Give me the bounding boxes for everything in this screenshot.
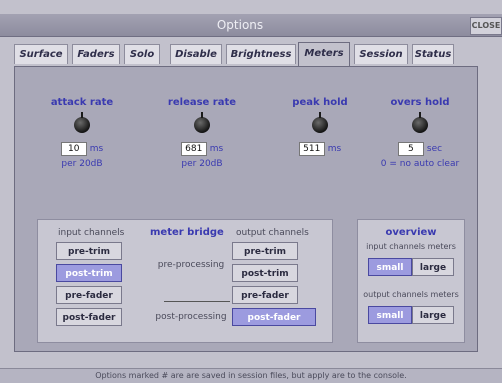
- output-channels-header: output channels: [236, 228, 309, 238]
- overs-hold-input[interactable]: 5: [397, 142, 424, 156]
- overs-hold-knob[interactable]: [412, 112, 428, 133]
- peak-hold-control: peak hold 511 ms: [265, 97, 375, 156]
- input-channels-header: input channels: [58, 228, 125, 238]
- overview-title: overview: [385, 227, 437, 238]
- output-post-fader-button[interactable]: post-fader: [232, 308, 316, 326]
- tab-brightness[interactable]: Brightness: [226, 44, 296, 64]
- input-pre-fader-button[interactable]: pre-fader: [56, 286, 122, 304]
- output-meters-label: output channels meters: [363, 290, 459, 299]
- overs-hold-label: overs hold: [390, 97, 450, 108]
- attack-rate-control: attack rate 10 ms per 20dB: [27, 97, 137, 169]
- meter-bridge-group: input channels meter bridge output chann…: [37, 219, 333, 343]
- overs-hold-control: overs hold 5 sec 0 = no auto clear: [365, 97, 475, 169]
- tab-solo[interactable]: Solo: [124, 44, 160, 64]
- overs-hold-sub: 0 = no auto clear: [380, 159, 460, 169]
- release-rate-label: release rate: [167, 97, 237, 108]
- output-small-button[interactable]: small: [368, 306, 412, 324]
- tab-surface[interactable]: Surface: [14, 44, 68, 64]
- tab-session[interactable]: Session: [354, 44, 408, 64]
- peak-hold-input[interactable]: 511: [298, 142, 325, 156]
- meter-bridge-title: meter bridge: [150, 227, 224, 238]
- overs-hold-unit: sec: [426, 144, 443, 154]
- footer-text: Options marked # are are saved in sessio…: [95, 371, 407, 380]
- attack-rate-unit: ms: [89, 144, 104, 154]
- attack-rate-sub: per 20dB: [61, 159, 103, 169]
- options-window: Options CLOSE Surface Faders Solo Disabl…: [0, 0, 502, 383]
- title-bar[interactable]: Options CLOSE: [0, 14, 502, 37]
- post-processing-label: post-processing: [155, 312, 227, 322]
- input-pre-trim-button[interactable]: pre-trim: [56, 242, 122, 260]
- output-pre-fader-button[interactable]: pre-fader: [232, 286, 298, 304]
- tab-status[interactable]: Status: [412, 44, 454, 64]
- close-button[interactable]: CLOSE: [470, 17, 502, 35]
- release-rate-control: release rate 681 ms per 20dB: [147, 97, 257, 169]
- peak-hold-label: peak hold: [292, 97, 348, 108]
- output-large-button[interactable]: large: [412, 306, 454, 324]
- input-small-button[interactable]: small: [368, 258, 412, 276]
- peak-hold-knob[interactable]: [312, 112, 328, 133]
- tab-meters[interactable]: Meters: [298, 42, 350, 66]
- tab-disable[interactable]: Disable: [170, 44, 222, 64]
- release-rate-input[interactable]: 681: [180, 142, 207, 156]
- release-rate-knob[interactable]: [194, 112, 210, 133]
- attack-rate-knob[interactable]: [74, 112, 90, 133]
- attack-rate-label: attack rate: [50, 97, 114, 108]
- status-footer: Options marked # are are saved in sessio…: [0, 368, 502, 383]
- meters-panel: attack rate 10 ms per 20dB release rate 6…: [14, 66, 478, 352]
- window-title: Options: [216, 18, 264, 32]
- release-rate-sub: per 20dB: [181, 159, 223, 169]
- attack-rate-input[interactable]: 10: [60, 142, 87, 156]
- output-pre-trim-button[interactable]: pre-trim: [232, 242, 298, 260]
- input-large-button[interactable]: large: [412, 258, 454, 276]
- overview-group: overview input channels meters small lar…: [357, 219, 465, 343]
- input-post-trim-button[interactable]: post-trim: [56, 264, 122, 282]
- input-meters-label: input channels meters: [366, 242, 456, 251]
- pre-processing-label: pre-processing: [157, 260, 225, 270]
- peak-hold-unit: ms: [327, 144, 342, 154]
- processing-divider: [164, 301, 230, 302]
- output-post-trim-button[interactable]: post-trim: [232, 264, 298, 282]
- tab-faders[interactable]: Faders: [72, 44, 120, 64]
- release-rate-unit: ms: [209, 144, 224, 154]
- input-post-fader-button[interactable]: post-fader: [56, 308, 122, 326]
